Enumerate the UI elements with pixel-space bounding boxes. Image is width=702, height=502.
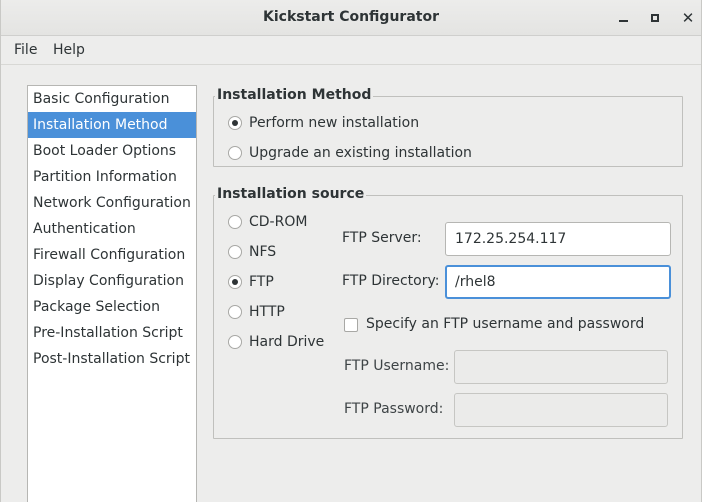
maximize-icon bbox=[651, 14, 659, 22]
radio-label: Perform new installation bbox=[249, 115, 420, 131]
section-list: Basic Configuration Installation Method … bbox=[27, 85, 197, 502]
radio-indicator bbox=[228, 305, 242, 319]
menu-bar: File Help bbox=[1, 36, 701, 65]
minimize-icon bbox=[618, 20, 628, 22]
sidebar-item-display-configuration[interactable]: Display Configuration bbox=[28, 268, 196, 294]
radio-indicator bbox=[228, 275, 242, 289]
menu-file[interactable]: File bbox=[14, 42, 37, 58]
ftp-username-input[interactable] bbox=[454, 350, 668, 384]
menu-help[interactable]: Help bbox=[53, 42, 85, 58]
sidebar-item-authentication[interactable]: Authentication bbox=[28, 216, 196, 242]
ftp-password-label: FTP Password: bbox=[344, 401, 444, 417]
ftp-auth-checkbox[interactable] bbox=[344, 318, 358, 332]
sidebar-item-network-configuration[interactable]: Network Configuration bbox=[28, 190, 196, 216]
radio-indicator bbox=[228, 146, 242, 160]
radio-label: CD-ROM bbox=[249, 214, 308, 230]
title-bar[interactable]: Kickstart Configurator ✕ bbox=[1, 0, 701, 36]
radio-indicator bbox=[228, 335, 242, 349]
radio-upgrade-existing-installation[interactable]: Upgrade an existing installation bbox=[228, 145, 472, 161]
sidebar-item-basic-configuration[interactable]: Basic Configuration bbox=[28, 86, 196, 112]
ftp-username-label: FTP Username: bbox=[344, 358, 450, 374]
close-button[interactable]: ✕ bbox=[678, 8, 698, 28]
sidebar-item-installation-method[interactable]: Installation Method bbox=[28, 112, 196, 138]
maximize-button[interactable] bbox=[645, 8, 665, 28]
ftp-server-input[interactable] bbox=[445, 222, 671, 256]
radio-http[interactable]: HTTP bbox=[228, 304, 285, 320]
sidebar-item-boot-loader-options[interactable]: Boot Loader Options bbox=[28, 138, 196, 164]
minimize-button[interactable] bbox=[613, 8, 633, 28]
sidebar-item-post-installation-script[interactable]: Post-Installation Script bbox=[28, 346, 196, 372]
radio-label: Upgrade an existing installation bbox=[249, 145, 472, 161]
radio-perform-new-installation[interactable]: Perform new installation bbox=[228, 115, 419, 131]
sidebar-item-firewall-configuration[interactable]: Firewall Configuration bbox=[28, 242, 196, 268]
ftp-server-label: FTP Server: bbox=[342, 230, 422, 246]
sidebar-item-partition-information[interactable]: Partition Information bbox=[28, 164, 196, 190]
radio-indicator bbox=[228, 215, 242, 229]
ftp-directory-input[interactable] bbox=[445, 265, 671, 299]
radio-nfs[interactable]: NFS bbox=[228, 244, 276, 260]
installation-method-heading: Installation Method bbox=[215, 87, 374, 103]
radio-label: NFS bbox=[249, 244, 277, 260]
radio-indicator bbox=[228, 116, 242, 130]
sidebar-item-package-selection[interactable]: Package Selection bbox=[28, 294, 196, 320]
installation-source-heading: Installation source bbox=[215, 186, 367, 202]
radio-cdrom[interactable]: CD-ROM bbox=[228, 214, 307, 230]
close-icon: ✕ bbox=[681, 8, 695, 27]
kickstart-window: Kickstart Configurator ✕ File Help Basic… bbox=[0, 0, 702, 502]
ftp-password-input[interactable] bbox=[454, 393, 668, 427]
radio-label: FTP bbox=[249, 274, 274, 290]
radio-ftp[interactable]: FTP bbox=[228, 274, 274, 290]
ftp-directory-label: FTP Directory: bbox=[342, 273, 440, 289]
window-title: Kickstart Configurator bbox=[263, 9, 439, 25]
ftp-auth-checkbox-label[interactable]: Specify an FTP username and password bbox=[366, 316, 644, 332]
radio-indicator bbox=[228, 245, 242, 259]
radio-label: Hard Drive bbox=[249, 334, 325, 350]
sidebar-item-pre-installation-script[interactable]: Pre-Installation Script bbox=[28, 320, 196, 346]
radio-label: HTTP bbox=[249, 304, 285, 320]
radio-hard-drive[interactable]: Hard Drive bbox=[228, 334, 324, 350]
